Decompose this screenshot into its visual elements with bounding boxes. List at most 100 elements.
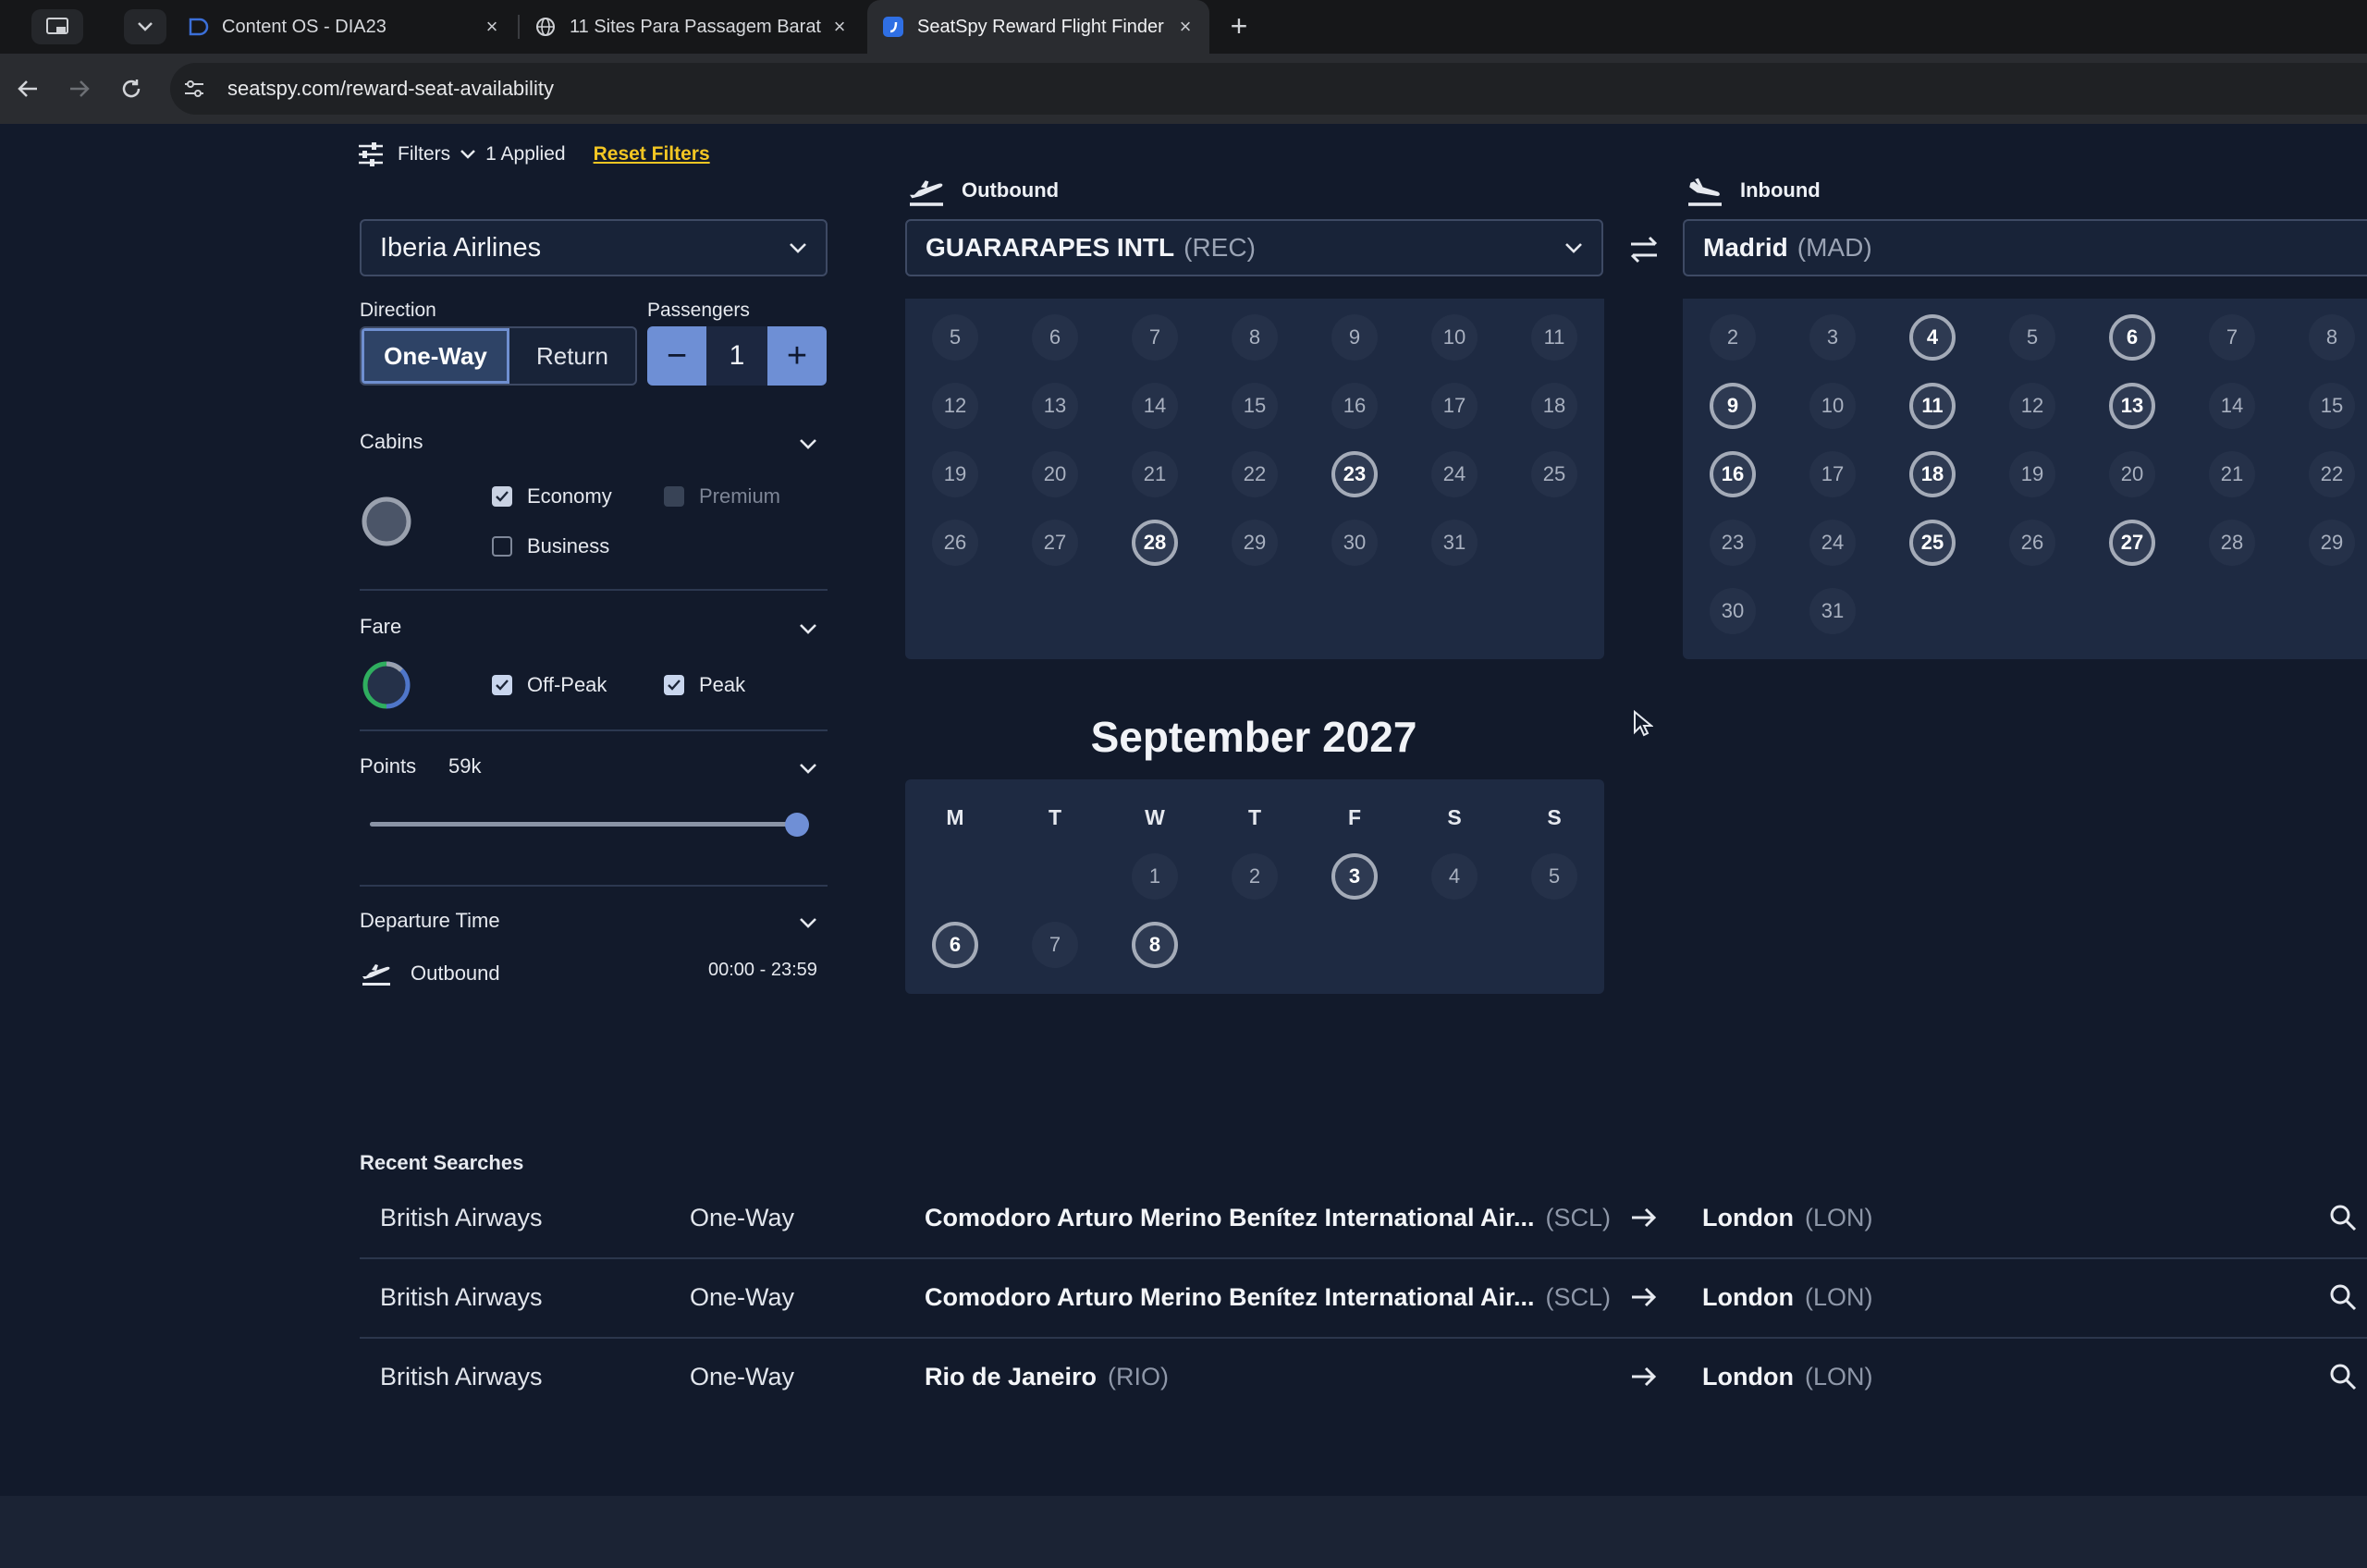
calendar-day[interactable]: 19	[932, 451, 978, 497]
calendar-day[interactable]: 31	[1431, 520, 1478, 566]
swap-airports-icon[interactable]	[1625, 231, 1662, 268]
fare-off-peak-checkbox[interactable]: Off-Peak	[492, 673, 607, 697]
search-icon[interactable]	[2329, 1178, 2357, 1257]
tab-seatspy[interactable]: SeatSpy Reward Flight Finder ×	[867, 0, 1209, 54]
calendar-day[interactable]: 8	[2309, 314, 2355, 361]
cabin-economy-checkbox[interactable]: Economy	[492, 484, 612, 508]
chevron-down-icon[interactable]	[797, 912, 819, 934]
airline-select[interactable]: Iberia Airlines	[360, 219, 828, 276]
inbound-airport-select[interactable]: Madrid (MAD)	[1683, 219, 2367, 276]
calendar-day[interactable]: 12	[932, 383, 978, 429]
tab-content-os[interactable]: Content OS - DIA23 ×	[172, 0, 516, 54]
calendar-day[interactable]: 2	[1232, 853, 1278, 900]
calendar-day[interactable]: 11	[1531, 314, 1577, 361]
calendar-day[interactable]: 24	[1809, 520, 1856, 566]
calendar-day-available[interactable]: 4	[1909, 314, 1956, 361]
chevron-down-icon[interactable]	[460, 149, 476, 160]
passengers-decrement-button[interactable]: −	[647, 326, 706, 386]
calendar-day[interactable]: 30	[1710, 588, 1756, 634]
calendar-day[interactable]: 17	[1431, 383, 1478, 429]
calendar-day-available[interactable]: 8	[1132, 922, 1178, 968]
calendar-day[interactable]: 12	[2009, 383, 2055, 429]
calendar-day-available[interactable]: 3	[1331, 853, 1378, 900]
outbound-airport-select[interactable]: GUARARAPES INTL (REC)	[905, 219, 1603, 276]
calendar-day[interactable]: 3	[1809, 314, 1856, 361]
calendar-day-available[interactable]: 23	[1331, 451, 1378, 497]
chevron-down-icon[interactable]	[797, 618, 819, 640]
search-icon[interactable]	[2329, 1337, 2357, 1416]
points-slider-handle[interactable]	[785, 813, 809, 837]
tab-close-icon[interactable]: ×	[1176, 15, 1195, 39]
calendar-day[interactable]: 31	[1809, 588, 1856, 634]
calendar-day[interactable]: 15	[2309, 383, 2355, 429]
recent-search-row[interactable]: British Airways One-Way Rio de Janeiro (RIO…	[360, 1337, 2367, 1416]
back-button[interactable]	[9, 70, 46, 107]
recent-search-row[interactable]: British Airways One-Way Comodoro Arturo Me…	[360, 1178, 2367, 1257]
calendar-day[interactable]: 1	[1132, 853, 1178, 900]
filters-toggle[interactable]: Filters	[398, 143, 450, 165]
calendar-day-available[interactable]: 25	[1909, 520, 1956, 566]
calendar-day-available[interactable]: 6	[932, 922, 978, 968]
calendar-day[interactable]: 26	[932, 520, 978, 566]
calendar-day[interactable]: 21	[1132, 451, 1178, 497]
calendar-day[interactable]: 24	[1431, 451, 1478, 497]
calendar-day[interactable]: 28	[2209, 520, 2255, 566]
calendar-day[interactable]: 22	[1232, 451, 1278, 497]
calendar-day[interactable]: 2	[1710, 314, 1756, 361]
reset-filters-link[interactable]: Reset Filters	[594, 143, 710, 165]
calendar-day[interactable]: 26	[2009, 520, 2055, 566]
cabin-business-checkbox[interactable]: Business	[492, 534, 609, 558]
site-settings-icon[interactable]	[179, 74, 209, 104]
calendar-day[interactable]: 29	[1232, 520, 1278, 566]
calendar-day[interactable]: 5	[932, 314, 978, 361]
calendar-day[interactable]: 14	[1132, 383, 1178, 429]
tab-list-button[interactable]	[124, 9, 166, 44]
direction-return-button[interactable]: Return	[509, 328, 635, 384]
calendar-day-available[interactable]: 16	[1710, 451, 1756, 497]
calendar-day[interactable]: 13	[1032, 383, 1078, 429]
calendar-day-available[interactable]: 13	[2109, 383, 2155, 429]
chevron-down-icon[interactable]	[797, 757, 819, 779]
calendar-day[interactable]: 7	[2209, 314, 2255, 361]
passengers-increment-button[interactable]: +	[767, 326, 827, 386]
tab-passagem[interactable]: 11 Sites Para Passagem Barat ×	[520, 0, 864, 54]
forward-button[interactable]	[61, 70, 98, 107]
calendar-day[interactable]: 7	[1132, 314, 1178, 361]
reload-button[interactable]	[113, 70, 150, 107]
calendar-day[interactable]: 22	[2309, 451, 2355, 497]
passengers-value[interactable]: 1	[706, 326, 767, 386]
calendar-day[interactable]: 18	[1531, 383, 1577, 429]
calendar-day[interactable]: 8	[1232, 314, 1278, 361]
chevron-down-icon[interactable]	[797, 433, 819, 455]
calendar-day[interactable]: 4	[1431, 853, 1478, 900]
calendar-day[interactable]: 23	[1710, 520, 1756, 566]
calendar-day-available[interactable]: 11	[1909, 383, 1956, 429]
calendar-day[interactable]: 20	[2109, 451, 2155, 497]
calendar-day[interactable]: 17	[1809, 451, 1856, 497]
calendar-day[interactable]: 16	[1331, 383, 1378, 429]
calendar-day[interactable]: 21	[2209, 451, 2255, 497]
search-icon[interactable]	[2329, 1257, 2357, 1337]
calendar-day-available[interactable]: 6	[2109, 314, 2155, 361]
calendar-day[interactable]: 15	[1232, 383, 1278, 429]
new-tab-button[interactable]: +	[1222, 9, 1256, 43]
calendar-day[interactable]: 25	[1531, 451, 1577, 497]
calendar-day-available[interactable]: 28	[1132, 520, 1178, 566]
url-field[interactable]: seatspy.com/reward-seat-availability	[170, 63, 2367, 115]
calendar-day[interactable]: 19	[2009, 451, 2055, 497]
calendar-day-available[interactable]: 9	[1710, 383, 1756, 429]
calendar-day[interactable]: 20	[1032, 451, 1078, 497]
calendar-day[interactable]: 7	[1032, 922, 1078, 968]
calendar-day[interactable]: 29	[2309, 520, 2355, 566]
calendar-day[interactable]: 6	[1032, 314, 1078, 361]
calendar-day[interactable]: 5	[2009, 314, 2055, 361]
calendar-day-available[interactable]: 18	[1909, 451, 1956, 497]
calendar-day[interactable]: 10	[1809, 383, 1856, 429]
calendar-day[interactable]: 10	[1431, 314, 1478, 361]
cabin-premium-checkbox[interactable]: Premium	[664, 484, 780, 508]
recent-search-row[interactable]: British Airways One-Way Comodoro Arturo Me…	[360, 1257, 2367, 1337]
calendar-day[interactable]: 9	[1331, 314, 1378, 361]
tab-close-icon[interactable]: ×	[830, 15, 849, 39]
tab-close-icon[interactable]: ×	[483, 15, 501, 39]
calendar-day-available[interactable]: 27	[2109, 520, 2155, 566]
